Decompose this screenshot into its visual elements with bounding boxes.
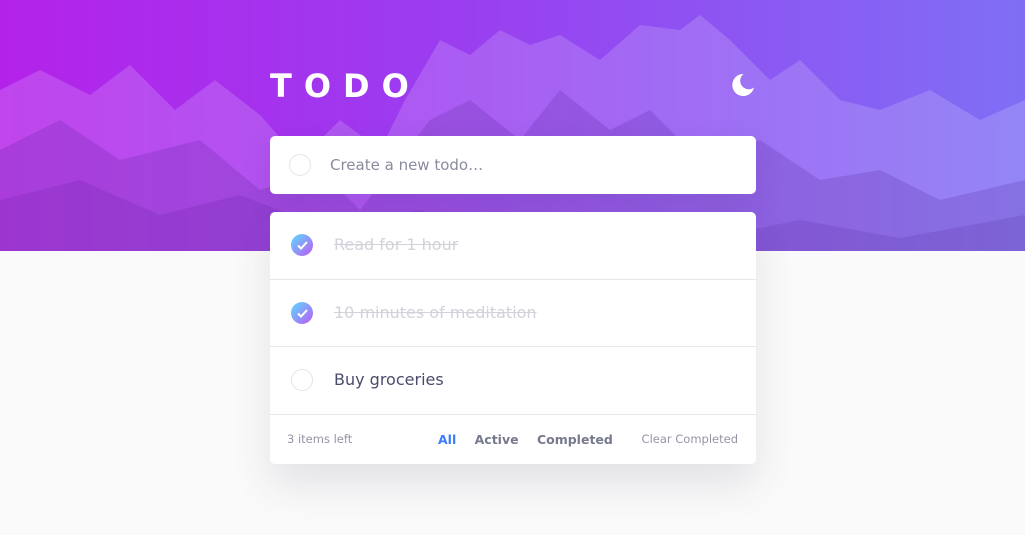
new-todo-form xyxy=(270,136,756,194)
checkmark-icon xyxy=(297,241,308,250)
todo-text[interactable]: 10 minutes of meditation xyxy=(334,280,537,346)
filter-group: All Active Completed xyxy=(438,415,627,464)
moon-icon xyxy=(732,73,754,96)
page-title: TODO xyxy=(270,67,421,105)
todo-list: Read for 1 hour 10 minutes of meditation… xyxy=(270,212,756,464)
new-todo-input[interactable] xyxy=(330,136,730,194)
todo-item: Buy groceries xyxy=(270,347,756,415)
filter-completed[interactable]: Completed xyxy=(537,432,613,447)
todo-checkbox-checked[interactable] xyxy=(291,234,313,256)
todo-item: Read for 1 hour xyxy=(270,212,756,280)
theme-toggle-button[interactable] xyxy=(730,72,756,98)
todo-checkbox-checked[interactable] xyxy=(291,301,313,324)
checkmark-icon xyxy=(297,308,308,318)
todo-item: 10 minutes of meditation xyxy=(270,280,756,347)
filter-all[interactable]: All xyxy=(438,432,456,447)
todo-text[interactable]: Buy groceries xyxy=(334,347,444,413)
todo-checkbox[interactable] xyxy=(291,369,313,391)
clear-completed-button[interactable]: Clear Completed xyxy=(642,415,738,464)
app-header: TODO xyxy=(270,66,756,106)
todo-footer: 3 items left All Active Completed Clear … xyxy=(270,415,756,464)
new-todo-checkbox[interactable] xyxy=(289,154,311,176)
items-left-count: 3 items left xyxy=(287,432,353,446)
todo-text[interactable]: Read for 1 hour xyxy=(334,212,458,278)
filter-active[interactable]: Active xyxy=(475,432,519,447)
